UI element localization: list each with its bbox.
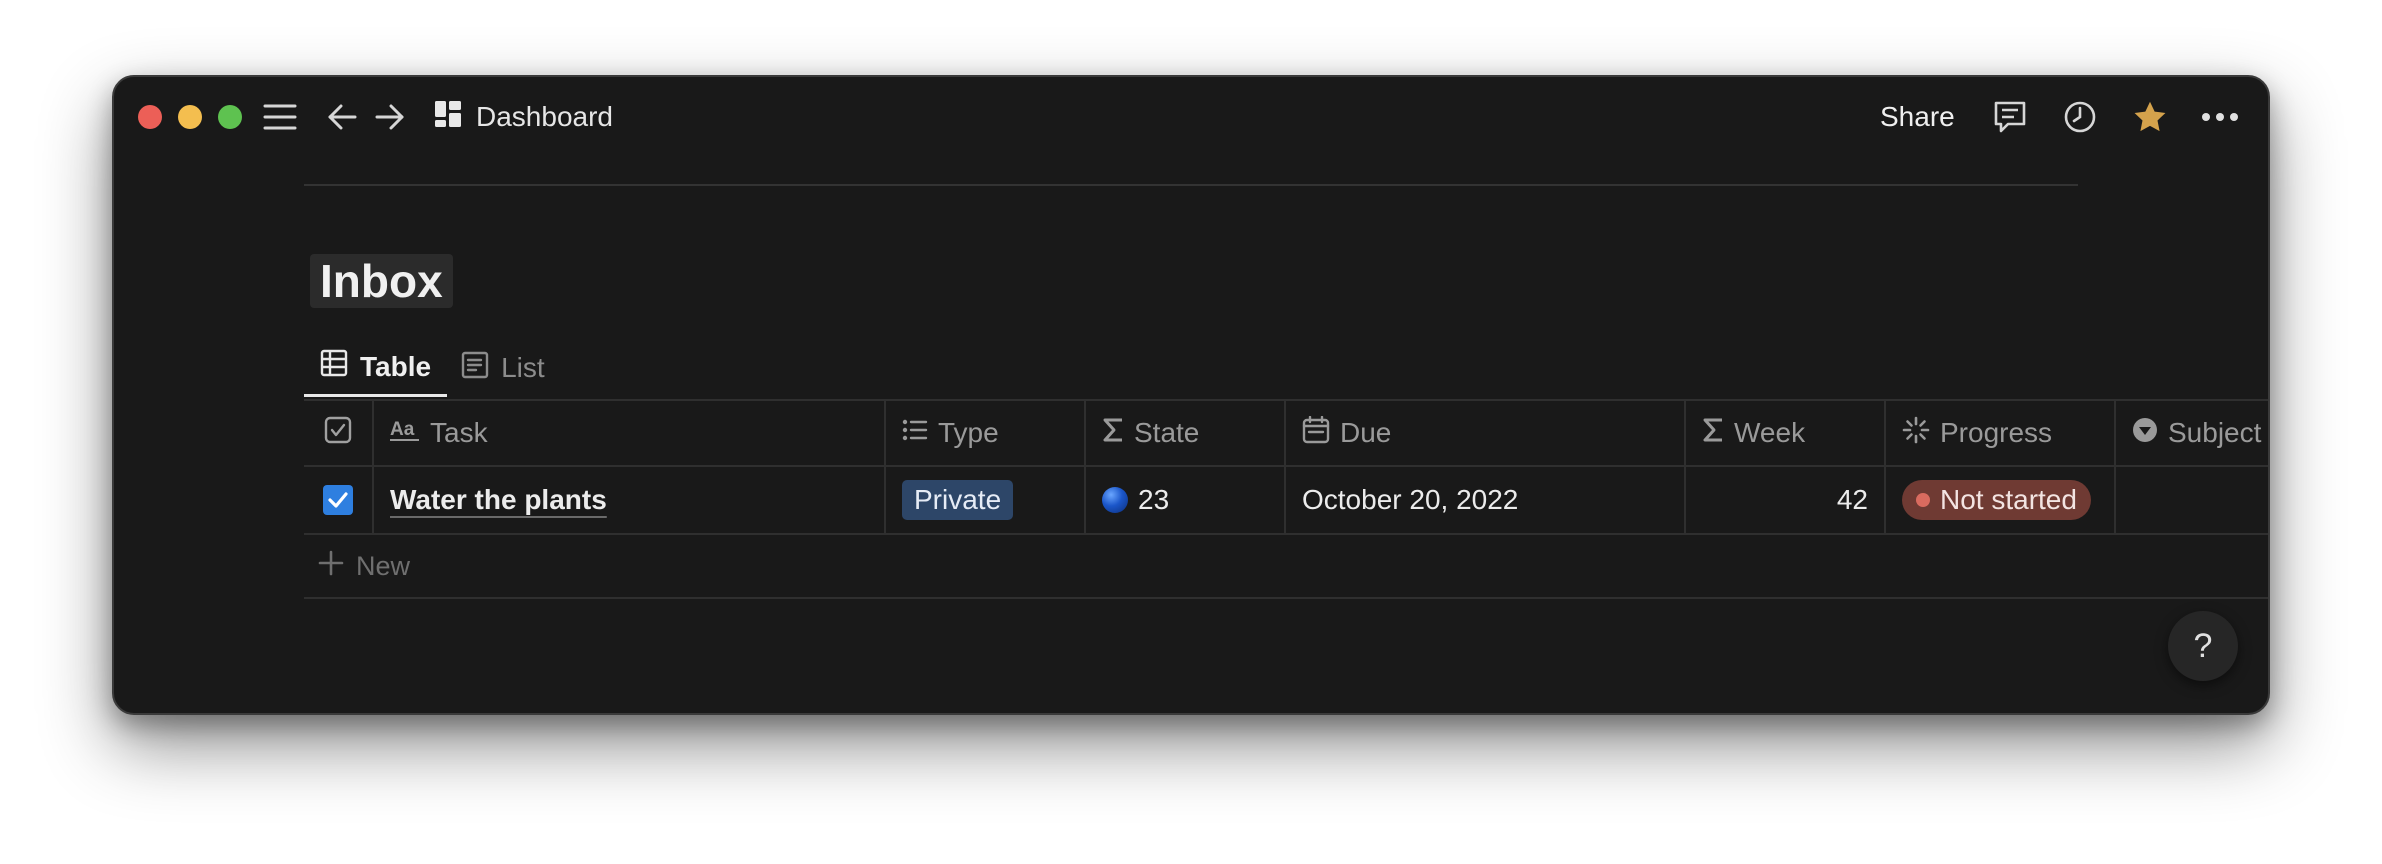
column-label-type: Type	[938, 417, 999, 448]
formula-icon	[1702, 417, 1724, 450]
add-new-row-button[interactable]: New	[304, 535, 2268, 599]
breadcrumb[interactable]: Dashboard	[434, 97, 613, 137]
view-tabs: Table List	[304, 339, 561, 397]
calendar-icon	[1302, 415, 1330, 451]
table-header-row: Aa Task Type State Due Week Progress Sub…	[304, 399, 2268, 467]
task-title[interactable]: Water the plants	[390, 484, 607, 516]
column-header-due[interactable]: Due	[1286, 401, 1686, 465]
history-clock-icon[interactable]	[2060, 97, 2100, 137]
page-title[interactable]: Inbox	[310, 254, 453, 308]
status-dot-icon	[1916, 493, 1930, 507]
due-date: October 20, 2022	[1302, 484, 1519, 515]
column-header-done[interactable]	[304, 401, 374, 465]
column-label-week: Week	[1734, 417, 1806, 448]
svg-text:Aa: Aa	[390, 419, 415, 440]
sidebar-menu-icon[interactable]	[260, 97, 300, 137]
more-options-icon[interactable]	[2200, 97, 2240, 137]
due-cell[interactable]: October 20, 2022	[1286, 467, 1686, 533]
status-label: Not started	[1940, 484, 2077, 515]
help-label: ?	[2193, 626, 2213, 665]
share-label: Share	[1880, 101, 1955, 132]
progress-cell[interactable]: Not started	[1886, 467, 2116, 533]
checkbox-icon	[324, 416, 352, 451]
week-cell[interactable]: 42	[1686, 467, 1886, 533]
task-cell[interactable]: Water the plants	[374, 467, 886, 533]
tab-table[interactable]: Table	[304, 339, 448, 397]
multi-select-icon	[902, 417, 928, 449]
type-cell[interactable]: Private	[886, 467, 1086, 533]
database-table: Aa Task Type State Due Week Progress Sub…	[304, 399, 2268, 599]
favorite-star-icon[interactable]	[2130, 97, 2170, 137]
app-window: Dashboard Share Inbox Table List Aa Task…	[112, 75, 2270, 715]
comments-icon[interactable]	[1990, 97, 2030, 137]
tab-list[interactable]: List	[447, 339, 561, 397]
blue-circle-icon	[1102, 487, 1128, 513]
done-cell[interactable]	[304, 467, 374, 533]
tab-list-label: List	[501, 352, 545, 383]
formula-icon	[1102, 417, 1124, 450]
status-icon	[1902, 416, 1930, 451]
maximize-window-button[interactable]	[218, 105, 242, 129]
state-cell[interactable]: 23	[1086, 467, 1286, 533]
title-bar: Dashboard Share	[114, 77, 2268, 157]
share-button[interactable]: Share	[1880, 97, 1955, 137]
text-property-icon: Aa	[390, 417, 420, 449]
dashboard-page-icon	[434, 100, 462, 135]
column-label-progress: Progress	[1940, 417, 2053, 448]
plus-icon	[318, 550, 344, 583]
help-button[interactable]: ?	[2168, 611, 2238, 681]
tab-table-label: Table	[360, 350, 432, 382]
column-label-subject: Subject	[2168, 417, 2262, 448]
type-tag: Private	[902, 480, 1014, 520]
column-header-state[interactable]: State	[1086, 401, 1286, 465]
subject-cell[interactable]	[2116, 467, 2268, 533]
column-header-week[interactable]: Week	[1686, 401, 1886, 465]
column-label-task: Task	[430, 417, 488, 448]
column-header-task[interactable]: Aa Task	[374, 401, 886, 465]
new-row-label: New	[356, 550, 411, 581]
status-badge: Not started	[1902, 480, 2091, 520]
done-checkbox[interactable]	[323, 485, 353, 515]
column-header-progress[interactable]: Progress	[1886, 401, 2116, 465]
state-value: 23	[1138, 484, 1170, 515]
week-value: 42	[1836, 484, 1868, 515]
list-view-icon	[461, 351, 489, 386]
forward-arrow-icon[interactable]	[370, 97, 410, 137]
checkmark-icon	[328, 492, 348, 508]
column-label-state: State	[1134, 417, 1200, 448]
table-row[interactable]: Water the plants Private 23 October 20, …	[304, 467, 2268, 535]
column-label-due: Due	[1340, 417, 1392, 448]
breadcrumb-page-label: Dashboard	[476, 101, 613, 132]
select-icon	[2132, 417, 2158, 450]
column-header-subject[interactable]: Subject	[2116, 401, 2268, 465]
table-icon	[320, 349, 348, 384]
page-divider	[304, 184, 2078, 186]
column-header-type[interactable]: Type	[886, 401, 1086, 465]
minimize-window-button[interactable]	[178, 105, 202, 129]
back-arrow-icon[interactable]	[322, 97, 362, 137]
close-window-button[interactable]	[138, 105, 162, 129]
